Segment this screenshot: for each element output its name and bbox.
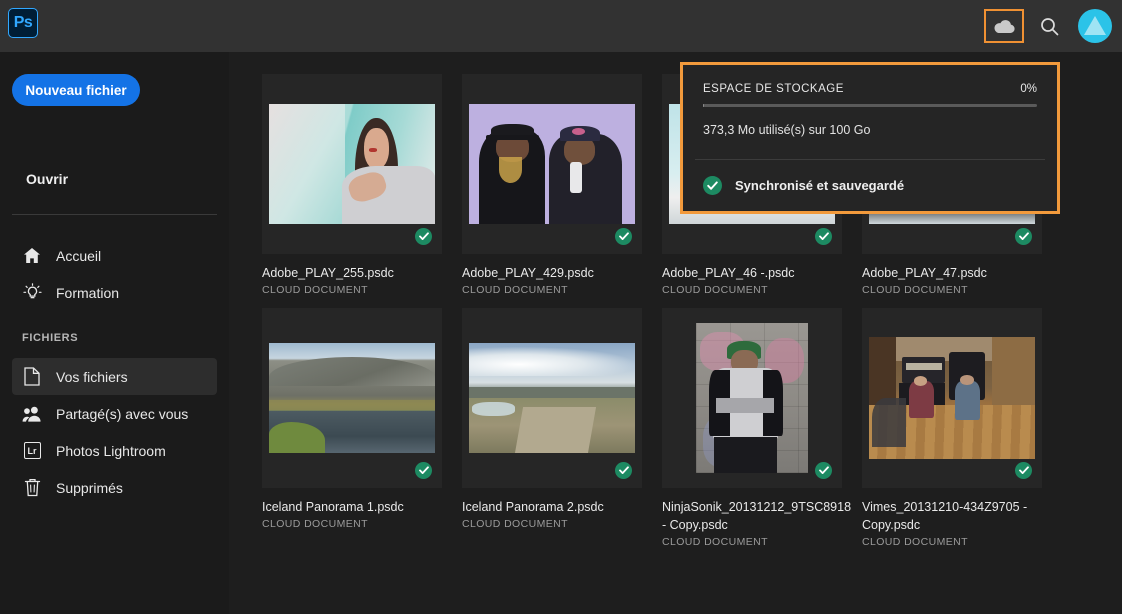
sync-badge — [815, 462, 832, 479]
file-name: Adobe_PLAY_47.psdc — [862, 264, 1042, 282]
sidebar-item-photos-lightroom[interactable]: Lr Photos Lightroom — [12, 432, 217, 469]
sidebar-item-supprimes[interactable]: Supprimés — [12, 469, 217, 506]
file-card[interactable]: NinjaSonik_20131212_9TSC8918 - Copy.psdc… — [662, 308, 842, 548]
sidebar-item-formation[interactable]: Formation — [12, 274, 217, 311]
thumbnail-image — [469, 104, 635, 224]
file-thumbnail[interactable] — [262, 308, 442, 488]
people-icon — [22, 404, 42, 424]
file-type: CLOUD DOCUMENT — [462, 284, 642, 296]
file-name: Iceland Panorama 1.psdc — [262, 498, 442, 516]
check-circle-icon — [703, 176, 722, 195]
storage-header-row: ESPACE DE STOCKAGE 0% — [703, 83, 1037, 95]
file-card[interactable]: Vimes_20131210-434Z9705 - Copy.psdc CLOU… — [862, 308, 1042, 548]
document-icon — [22, 367, 42, 387]
sidebar-item-label: Supprimés — [56, 480, 123, 496]
file-type: CLOUD DOCUMENT — [662, 536, 842, 548]
sync-badge — [415, 462, 432, 479]
file-name: Vimes_20131210-434Z9705 - Copy.psdc — [862, 498, 1042, 534]
file-thumbnail[interactable] — [462, 308, 642, 488]
sidebar-item-partages[interactable]: Partagé(s) avec vous — [12, 395, 217, 432]
file-card[interactable]: Adobe_PLAY_255.psdc CLOUD DOCUMENT — [262, 74, 442, 296]
file-name: Adobe_PLAY_46 -.psdc — [662, 264, 842, 282]
thumbnail-image — [696, 323, 808, 473]
file-thumbnail[interactable] — [462, 74, 642, 254]
file-thumbnail[interactable] — [862, 308, 1042, 488]
sidebar-divider — [12, 214, 217, 215]
storage-percent: 0% — [1020, 83, 1037, 95]
file-type: CLOUD DOCUMENT — [262, 518, 442, 530]
search-icon[interactable] — [1032, 9, 1066, 43]
sync-badge — [815, 228, 832, 245]
sidebar-files-nav: Vos fichiers Partagé(s) avec vous Lr Pho… — [0, 358, 229, 506]
file-name: NinjaSonik_20131212_9TSC8918 - Copy.psdc — [662, 498, 842, 534]
sidebar-item-label: Partagé(s) avec vous — [56, 406, 188, 422]
sync-badge — [1015, 462, 1032, 479]
storage-progress-fill — [703, 104, 704, 107]
sync-badge — [415, 228, 432, 245]
file-type: CLOUD DOCUMENT — [662, 284, 842, 296]
open-link[interactable]: Ouvrir — [26, 171, 68, 187]
storage-popup-top: ESPACE DE STOCKAGE 0% 373,3 Mo utilisé(s… — [683, 65, 1057, 137]
sidebar-primary-nav: Accueil Formation — [0, 237, 229, 311]
thumbnail-image — [269, 343, 435, 453]
file-type: CLOUD DOCUMENT — [862, 284, 1042, 296]
file-name: Iceland Panorama 2.psdc — [462, 498, 642, 516]
file-thumbnail[interactable] — [262, 74, 442, 254]
thumbnail-image — [269, 104, 435, 224]
sidebar-item-label: Vos fichiers — [56, 369, 128, 385]
file-type: CLOUD DOCUMENT — [462, 518, 642, 530]
sync-badge — [1015, 228, 1032, 245]
thumbnail-image — [469, 343, 635, 453]
sidebar-item-accueil[interactable]: Accueil — [12, 237, 217, 274]
sidebar-item-vos-fichiers[interactable]: Vos fichiers — [12, 358, 217, 395]
sync-badge — [615, 228, 632, 245]
storage-usage-text: 373,3 Mo utilisé(s) sur 100 Go — [703, 123, 1037, 137]
file-thumbnail[interactable] — [662, 308, 842, 488]
sidebar-item-label: Photos Lightroom — [56, 443, 166, 459]
cloud-icon[interactable] — [984, 9, 1024, 43]
thumbnail-image — [869, 337, 1035, 459]
user-avatar[interactable] — [1078, 9, 1112, 43]
sidebar: Nouveau fichier Ouvrir Accueil — [0, 52, 229, 614]
top-bar-actions — [984, 0, 1112, 52]
top-bar: Ps — [0, 0, 1122, 52]
file-card[interactable]: Iceland Panorama 2.psdc CLOUD DOCUMENT — [462, 308, 642, 548]
sync-badge — [615, 462, 632, 479]
file-type: CLOUD DOCUMENT — [862, 536, 1042, 548]
home-icon — [22, 246, 42, 266]
storage-progress-bar — [703, 104, 1037, 107]
storage-title: ESPACE DE STOCKAGE — [703, 83, 844, 95]
sidebar-section-label: FICHIERS — [22, 332, 78, 344]
file-card[interactable]: Adobe_PLAY_429.psdc CLOUD DOCUMENT — [462, 74, 642, 296]
file-name: Adobe_PLAY_255.psdc — [262, 264, 442, 282]
sync-status-label: Synchronisé et sauvegardé — [735, 178, 904, 193]
lightbulb-icon — [22, 283, 42, 303]
storage-sync-status: Synchronisé et sauvegardé — [683, 160, 1057, 211]
lightroom-icon: Lr — [22, 441, 42, 461]
sidebar-item-label: Accueil — [56, 248, 101, 264]
file-type: CLOUD DOCUMENT — [262, 284, 442, 296]
file-card[interactable]: Iceland Panorama 1.psdc CLOUD DOCUMENT — [262, 308, 442, 548]
sidebar-item-label: Formation — [56, 285, 119, 301]
storage-popup: ESPACE DE STOCKAGE 0% 373,3 Mo utilisé(s… — [680, 62, 1060, 214]
photoshop-logo[interactable]: Ps — [8, 8, 38, 38]
trash-icon — [22, 478, 42, 498]
new-file-button[interactable]: Nouveau fichier — [12, 74, 140, 106]
file-name: Adobe_PLAY_429.psdc — [462, 264, 642, 282]
